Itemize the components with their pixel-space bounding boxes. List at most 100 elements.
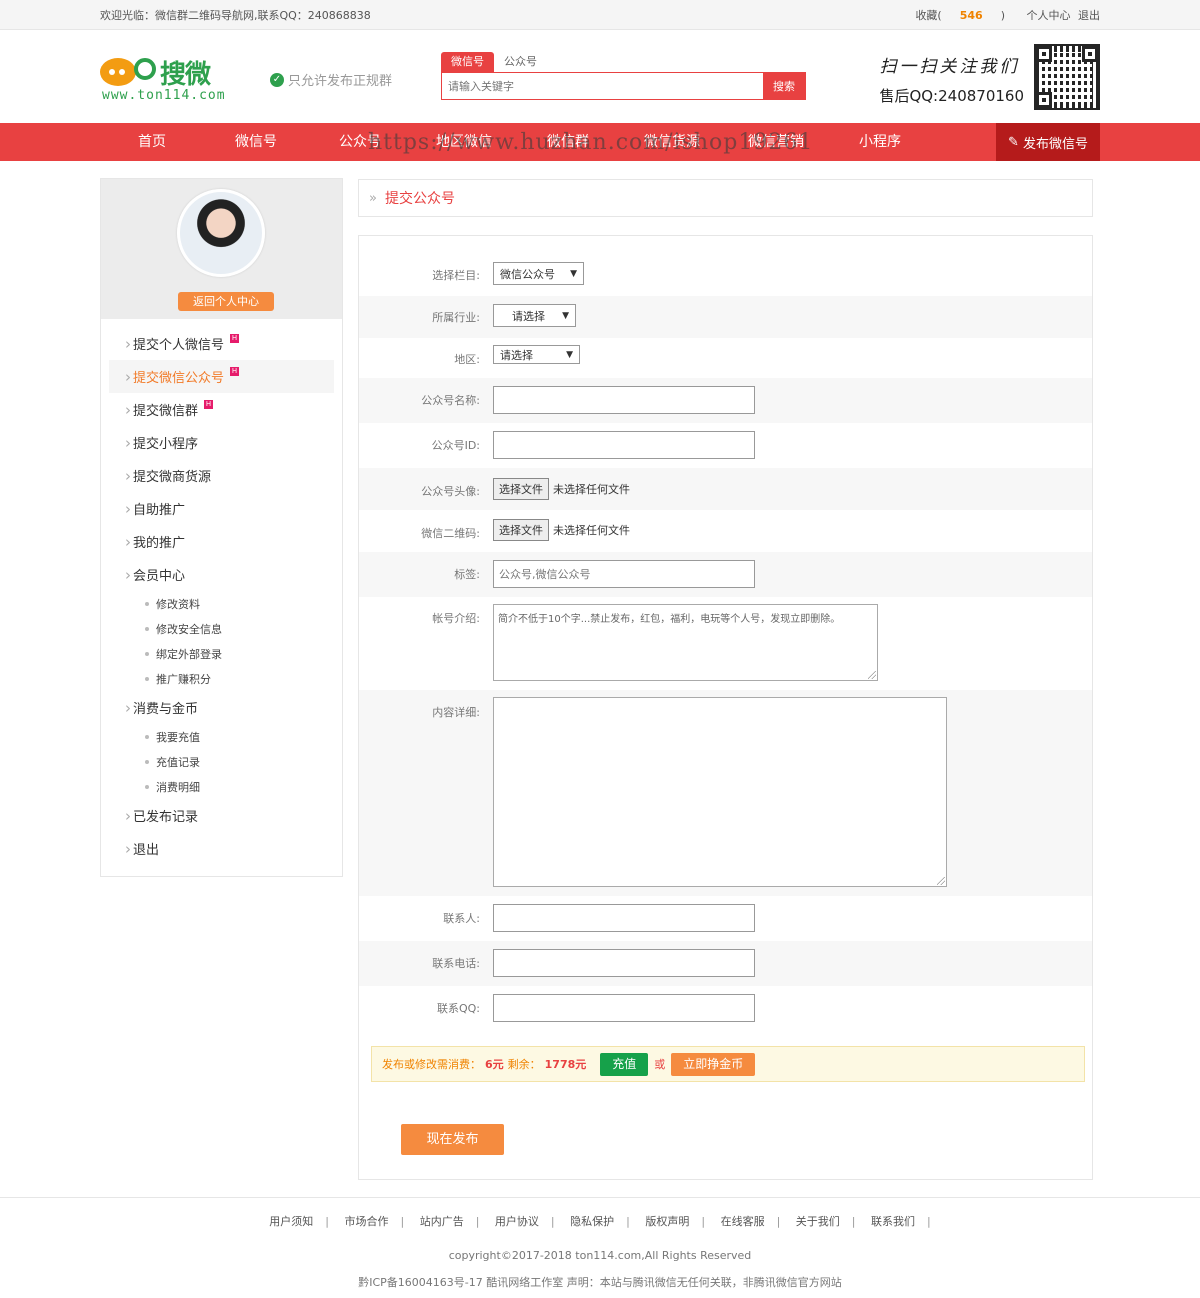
search-button[interactable]: 搜索 [763, 73, 805, 99]
intro-textarea[interactable]: 简介不低于10个字...禁止发布，红包，福利，电玩等个人号，发现立即删除。 [493, 604, 878, 681]
copyright-text: copyright©2017-2018 ton114.com,All Right… [448, 1249, 752, 1262]
back-to-user-center-button[interactable]: 返回个人中心 [178, 292, 274, 311]
user-center-link[interactable]: 个人中心 [1027, 9, 1071, 22]
site-logo[interactable]: 搜微 www.ton114.com [100, 54, 250, 104]
name-label: 公众号名称: [421, 394, 480, 407]
double-chevron-icon: » [369, 190, 377, 206]
sidebar-sub-edit-security[interactable]: 修改安全信息 [101, 616, 342, 641]
page-title: 提交公众号 [384, 191, 455, 207]
sidebar: 返回个人中心 提交个人微信号H 提交微信公众号H 提交微信群H 提交小程序 提交… [100, 178, 343, 877]
check-icon: ✓ [270, 72, 284, 87]
choose-file-button[interactable]: 选择文件 [493, 478, 549, 500]
sidebar-sub-recharge[interactable]: 我要充值 [101, 724, 342, 749]
avatar-label: 公众号头像: [421, 485, 480, 498]
chat-bubble-icon [100, 58, 136, 86]
nav-miniprogram[interactable]: 小程序 [828, 123, 932, 161]
sidebar-item-member-center[interactable]: 会员中心 [109, 558, 334, 591]
footer-link-support[interactable]: 在线客服 [721, 1215, 765, 1228]
sidebar-item-exit[interactable]: 退出 [109, 832, 334, 865]
footer-link-copyright[interactable]: 版权声明 [645, 1215, 689, 1228]
column-label: 选择栏目: [432, 269, 480, 282]
footer-link-ads[interactable]: 站内广告 [420, 1215, 464, 1228]
welcome-text: 欢迎光临：微信群二维码导航网,联系QQ：240868838 [100, 9, 371, 22]
recharge-button[interactable]: 充值 [600, 1052, 649, 1076]
qrcode-label: 微信二维码: [421, 527, 480, 540]
sidebar-item-submit-goods[interactable]: 提交微商货源 [109, 459, 334, 492]
resize-grip-icon[interactable] [937, 877, 945, 885]
name-input[interactable] [493, 386, 755, 414]
qr-code-image [1034, 44, 1100, 110]
region-select[interactable]: 请选择 ▼ [493, 345, 580, 364]
hot-icon: H [230, 334, 240, 343]
follow-slogan: 扫一扫关注我们 [879, 57, 1020, 77]
publish-wechat-button[interactable]: ✎ 发布微信号 [996, 123, 1100, 161]
footer-link-agreement[interactable]: 用户协议 [495, 1215, 539, 1228]
sidebar-sub-recharge-records[interactable]: 充值记录 [101, 749, 342, 774]
qq-input[interactable] [493, 994, 755, 1022]
main-nav: 首页 微信号 公众号 地区微信 微信群 微信货源 微信营销 小程序 ✎ 发布微信… [0, 123, 1200, 161]
submit-form: 选择栏目: 微信公众号 ▼ 所属行业: 请选择 ▼ 地区: 请选择 ▼ 公众号名称: … [358, 235, 1093, 1180]
sidebar-item-my-promote[interactable]: 我的推广 [109, 525, 334, 558]
tags-label: 标签: [454, 568, 480, 581]
hot-icon: H [204, 400, 214, 409]
footer-link-contact[interactable]: 联系我们 [871, 1215, 915, 1228]
industry-select[interactable]: 请选择 ▼ [493, 304, 576, 327]
tags-input[interactable]: 公众号,微信公众号 [493, 560, 755, 588]
qq-label: 联系QQ: [436, 1002, 480, 1015]
content-textarea[interactable] [493, 697, 947, 887]
balance-value: 1778元 [544, 1058, 587, 1071]
header: 搜微 www.ton114.com ✓ 只允许发布正规群 微信号 公众号 搜索 … [0, 30, 1200, 123]
service-qq: 售后QQ:240870160 [879, 87, 1024, 105]
footer-link-about[interactable]: 关于我们 [796, 1215, 840, 1228]
chevron-down-icon: ▼ [570, 268, 577, 279]
search-tab-official[interactable]: 公众号 [494, 52, 547, 72]
footer-link-notice[interactable]: 用户须知 [269, 1215, 313, 1228]
column-select[interactable]: 微信公众号 ▼ [493, 262, 584, 285]
qrcode-file-input[interactable]: 选择文件 未选择任何文件 [493, 519, 630, 541]
sidebar-item-self-promote[interactable]: 自助推广 [109, 492, 334, 525]
content-label: 内容详细: [432, 706, 480, 719]
sidebar-item-published[interactable]: 已发布记录 [109, 799, 334, 832]
choose-file-button[interactable]: 选择文件 [493, 519, 549, 541]
earn-coins-button[interactable]: 立即挣金币 [671, 1052, 756, 1076]
id-label: 公众号ID: [431, 439, 480, 452]
favorite-count: 546 [959, 9, 983, 22]
resize-grip-icon[interactable] [868, 671, 876, 679]
nav-region[interactable]: 地区微信 [412, 123, 516, 161]
logout-link[interactable]: 退出 [1078, 9, 1100, 22]
nav-wechat[interactable]: 微信号 [204, 123, 308, 161]
publish-now-button[interactable]: 现在发布 [401, 1124, 504, 1155]
nav-groups[interactable]: 微信群 [516, 123, 620, 161]
sidebar-sub-bind-login[interactable]: 绑定外部登录 [101, 641, 342, 666]
industry-label: 所属行业: [432, 311, 480, 324]
magnifier-icon [134, 58, 156, 80]
nav-official[interactable]: 公众号 [308, 123, 412, 161]
nav-goods[interactable]: 微信货源 [620, 123, 724, 161]
sidebar-sub-earn-points[interactable]: 推广赚积分 [101, 666, 342, 691]
id-input[interactable] [493, 431, 755, 459]
search-input[interactable] [442, 73, 763, 99]
favorite-link[interactable]: 收藏(546) [897, 9, 1005, 22]
footer-link-privacy[interactable]: 隐私保护 [570, 1215, 614, 1228]
sidebar-item-consume[interactable]: 消费与金币 [109, 691, 334, 724]
search-tab-wechat[interactable]: 微信号 [441, 52, 494, 72]
sidebar-item-submit-miniprogram[interactable]: 提交小程序 [109, 426, 334, 459]
sidebar-sub-edit-profile[interactable]: 修改资料 [101, 591, 342, 616]
region-label: 地区: [454, 353, 480, 366]
nav-home[interactable]: 首页 [100, 123, 204, 161]
sidebar-item-submit-official[interactable]: 提交微信公众号H [109, 360, 334, 393]
nav-marketing[interactable]: 微信营销 [724, 123, 828, 161]
footer-links: 用户须知 | 市场合作 | 站内广告 | 用户协议 | 隐私保护 | 版权声明 | 在线客服… [269, 1215, 931, 1228]
logo-brand: 搜微 [160, 60, 211, 90]
footer-link-cooperation[interactable]: 市场合作 [344, 1215, 388, 1228]
contact-label: 联系人: [443, 912, 480, 925]
sidebar-item-submit-personal[interactable]: 提交个人微信号H [109, 327, 334, 360]
breadcrumb: » 提交公众号 [358, 179, 1093, 217]
avatar-file-input[interactable]: 选择文件 未选择任何文件 [493, 478, 630, 500]
sidebar-sub-consume-details[interactable]: 消费明细 [101, 774, 342, 799]
sidebar-item-submit-group[interactable]: 提交微信群H [109, 393, 334, 426]
chevron-down-icon: ▼ [566, 349, 573, 360]
contact-input[interactable] [493, 904, 755, 932]
verified-notice: ✓ 只允许发布正规群 [270, 70, 392, 89]
phone-input[interactable] [493, 949, 755, 977]
